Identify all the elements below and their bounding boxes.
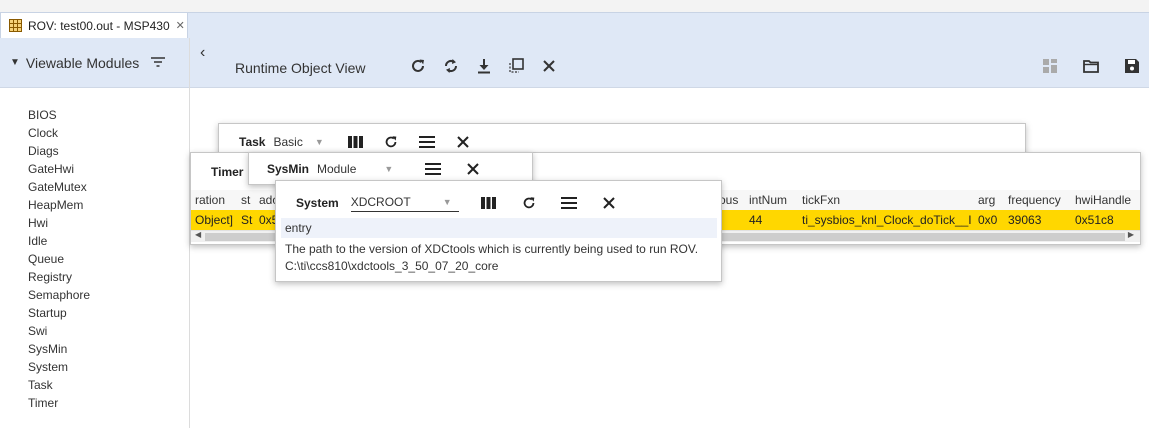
system-row-description: The path to the version of XDCtools whic…: [285, 242, 699, 256]
table-cell[interactable]: 39063: [1004, 210, 1071, 230]
table-cell[interactable]: 0x5: [255, 210, 277, 230]
viewable-modules-panel: ▼ Viewable Modules BIOS Clock Diags Gate…: [0, 38, 190, 428]
dashboard-icon[interactable]: [1040, 56, 1060, 76]
collapse-sidebar-icon[interactable]: ‹: [200, 44, 205, 62]
close-icon[interactable]: ✕: [176, 19, 185, 32]
module-item-idle[interactable]: Idle: [28, 232, 189, 250]
column-header[interactable]: hwiHandle: [1071, 190, 1140, 210]
column-header[interactable]: arg: [974, 190, 1004, 210]
toolbar-title: Runtime Object View: [235, 60, 366, 76]
caret-down-icon[interactable]: ▼: [10, 57, 20, 68]
scroll-left-icon[interactable]: ◀: [195, 230, 201, 239]
viewable-modules-title: Viewable Modules: [25, 54, 140, 71]
menu-icon[interactable]: [557, 197, 581, 209]
menu-icon[interactable]: [421, 162, 445, 175]
refresh-icon[interactable]: [408, 56, 428, 76]
table-cell[interactable]: Object]: [191, 210, 237, 230]
system-view-select[interactable]: XDCROOT ▼: [350, 194, 459, 212]
save-icon[interactable]: [1122, 56, 1142, 76]
scroll-right-icon[interactable]: ▶: [1128, 230, 1134, 239]
column-header[interactable]: st: [237, 190, 255, 210]
module-item-clock[interactable]: Clock: [28, 124, 189, 142]
column-header[interactable]: ado: [255, 190, 277, 210]
sysmin-panel-title: SysMin: [267, 161, 310, 176]
module-item-swi[interactable]: Swi: [28, 322, 189, 340]
system-panel-title: System: [296, 196, 339, 210]
module-item-registry[interactable]: Registry: [28, 268, 189, 286]
chevron-down-icon: ▼: [384, 163, 394, 174]
timer-panel-title: Timer: [211, 165, 244, 179]
table-cell[interactable]: St: [237, 210, 255, 230]
close-icon[interactable]: [597, 196, 621, 210]
module-item-queue[interactable]: Queue: [28, 250, 189, 268]
chevron-down-icon: ▼: [442, 196, 452, 207]
refresh-icon[interactable]: [379, 134, 403, 150]
columns-icon[interactable]: [477, 197, 501, 209]
refresh-icon[interactable]: [517, 195, 541, 211]
module-item-gatehwi[interactable]: GateHwi: [28, 160, 189, 178]
module-item-bios[interactable]: BIOS: [28, 106, 189, 124]
column-header[interactable]: tickFxn: [798, 190, 974, 210]
editor-tab-rov[interactable]: ROV: test00.out - MSP430 ✕: [0, 12, 188, 38]
module-item-startup[interactable]: Startup: [28, 304, 189, 322]
task-view-value: Basic: [273, 134, 303, 149]
module-list: BIOS Clock Diags GateHwi GateMutex HeapM…: [0, 88, 189, 412]
viewable-modules-header[interactable]: ▼ Viewable Modules: [0, 38, 189, 88]
module-item-diags[interactable]: Diags: [28, 142, 189, 160]
folder-icon[interactable]: [1081, 56, 1101, 76]
system-panel: System XDCROOT ▼ entry The path to the ve…: [275, 180, 722, 282]
close-icon[interactable]: [461, 162, 485, 176]
table-cell[interactable]: 0x51c8: [1071, 210, 1140, 230]
column-header[interactable]: intNum: [745, 190, 798, 210]
tab-strip-background: [188, 12, 1149, 38]
chevron-down-icon: ▼: [314, 136, 324, 147]
module-item-hwi[interactable]: Hwi: [28, 214, 189, 232]
table-cell[interactable]: 0x0: [974, 210, 1004, 230]
sysmin-view-value: Module: [317, 161, 357, 176]
column-header[interactable]: frequency: [1004, 190, 1071, 210]
module-item-sysmin[interactable]: SysMin: [28, 340, 189, 358]
editor-tab-label: ROV: test00.out - MSP430: [28, 18, 170, 33]
columns-icon[interactable]: [343, 135, 367, 148]
download-icon[interactable]: [474, 56, 494, 76]
module-item-gatemutex[interactable]: GateMutex: [28, 178, 189, 196]
sysmin-view-select[interactable]: Module ▼: [317, 162, 417, 176]
system-view-value: XDCROOT: [350, 194, 411, 209]
system-table-header[interactable]: entry: [281, 218, 717, 238]
module-item-heapmem[interactable]: HeapMem: [28, 196, 189, 214]
editor-tab-strip: ROV: test00.out - MSP430 ✕: [0, 0, 1149, 38]
menu-icon[interactable]: [415, 135, 439, 148]
task-view-select[interactable]: Basic ▼: [273, 135, 343, 149]
module-item-task[interactable]: Task: [28, 376, 189, 394]
system-table-row[interactable]: The path to the version of XDCtools whic…: [285, 241, 698, 275]
module-item-system[interactable]: System: [28, 358, 189, 376]
table-cell[interactable]: 44: [745, 210, 798, 230]
filter-icon[interactable]: [151, 55, 166, 71]
close-icon[interactable]: [451, 135, 475, 149]
snapshot-icon[interactable]: [507, 56, 527, 76]
task-panel-title: Task: [239, 134, 266, 149]
module-item-timer[interactable]: Timer: [28, 394, 189, 412]
module-item-semaphore[interactable]: Semaphore: [28, 286, 189, 304]
column-header[interactable]: ration: [191, 190, 237, 210]
main-toolbar: ‹ Runtime Object View: [190, 38, 1149, 88]
close-icon[interactable]: [539, 56, 559, 76]
table-icon: [9, 19, 22, 32]
table-cell[interactable]: ti_sysbios_knl_Clock_doTick__I: [798, 210, 974, 230]
system-row-path: C:\ti\ccs810\xdctools_3_50_07_20_core: [285, 259, 499, 273]
continuous-refresh-icon[interactable]: [441, 56, 461, 76]
